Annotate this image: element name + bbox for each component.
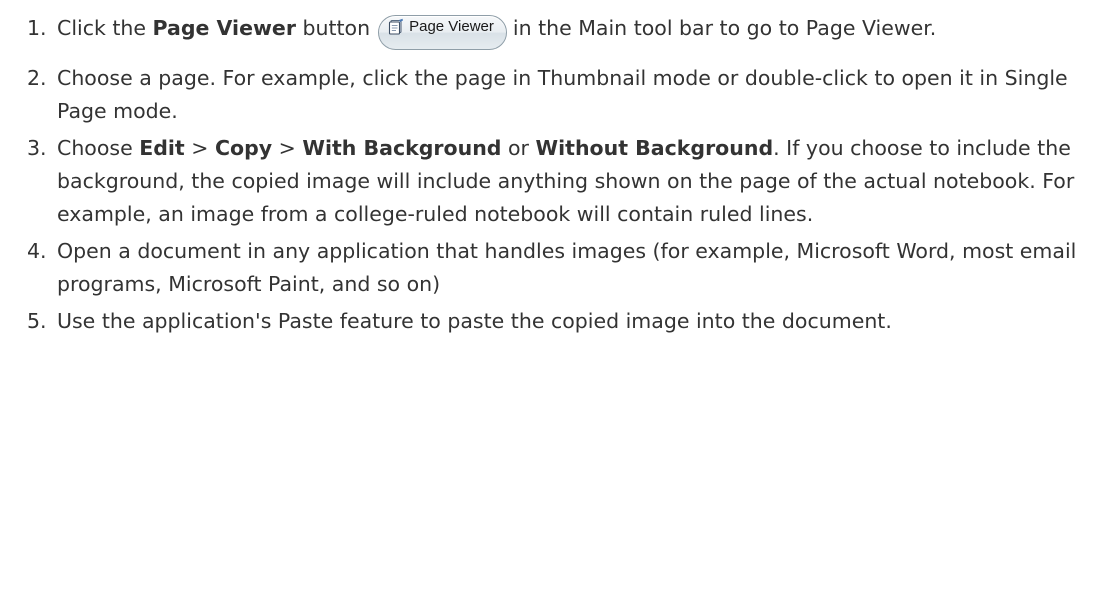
notebook-icon [388,18,404,42]
step-number: 2. [27,66,47,90]
step-number: 4. [27,239,47,263]
step-3: 3. Choose Edit > Copy > With Background o… [0,132,1093,231]
step-number: 5. [27,309,47,333]
step-text: Use the application's Paste feature to p… [57,309,892,333]
menu-term-with-background: With Background [302,136,502,160]
page-viewer-button[interactable]: Page Viewer [378,15,507,50]
step-2: 2. Choose a page. For example, click the … [0,62,1093,128]
step-text: Open a document in any application that … [57,239,1077,296]
step-1: 1. Click the Page Viewer button Page Viewe… [0,12,1093,58]
step-text: button [295,16,371,40]
menu-term-copy: Copy [214,136,273,160]
step-text: > [272,136,303,160]
ui-term-page-viewer: Page Viewer [152,16,296,40]
step-text: Click the [57,16,153,40]
step-5: 5. Use the application's Paste feature to… [0,305,1093,338]
step-text: Choose a page. For example, click the pa… [57,66,1068,123]
step-text: > [184,136,215,160]
step-text: in the Main tool bar to go to Page Viewe… [512,16,937,40]
menu-term-edit: Edit [139,136,185,160]
instruction-list: 1. Click the Page Viewer button Page Viewe… [0,12,1093,338]
step-number: 3. [27,136,47,160]
step-4: 4. Open a document in any application tha… [0,235,1093,301]
step-text: Choose [57,136,140,160]
page-viewer-button-label: Page Viewer [409,18,494,35]
step-text: or [501,136,536,160]
menu-term-without-background: Without Background [535,136,774,160]
step-number: 1. [27,16,47,40]
